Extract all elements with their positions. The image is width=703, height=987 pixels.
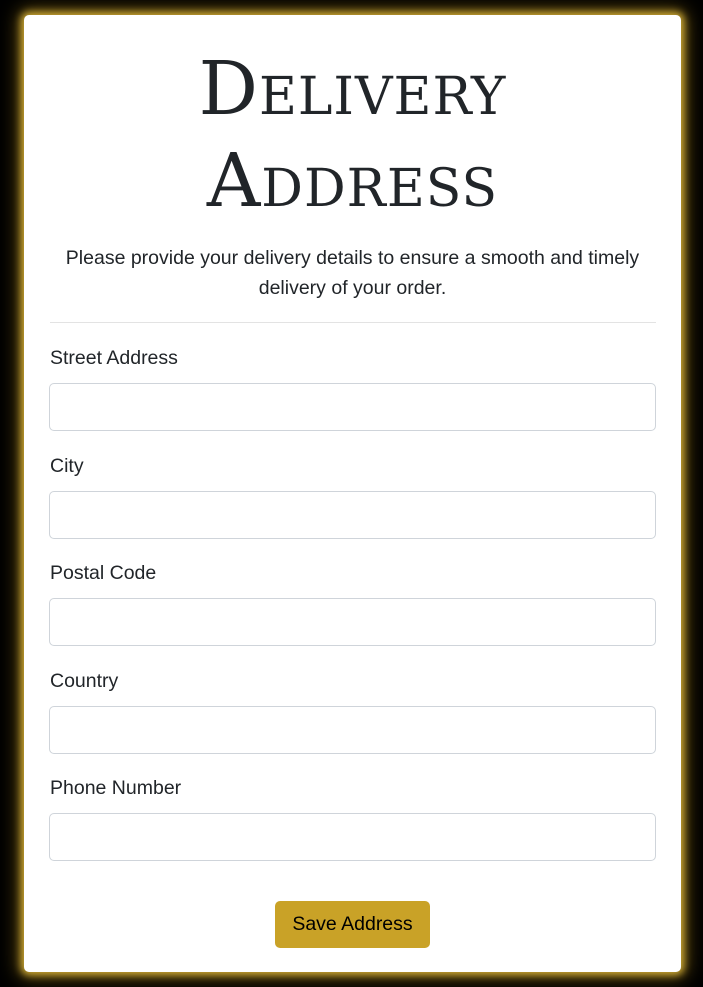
page-title-line-1: Delivery (198, 46, 507, 132)
page-subtitle: Please provide your delivery details to … (65, 247, 640, 299)
city-label: City (50, 455, 84, 477)
street-address-label: Street Address (50, 347, 178, 369)
postal-code-input[interactable] (49, 598, 656, 646)
city-input[interactable] (49, 491, 656, 539)
page-title: Delivery Address (24, 43, 681, 227)
save-address-button[interactable]: Save Address (275, 901, 430, 948)
phone-number-input[interactable] (49, 813, 656, 861)
divider (50, 322, 656, 323)
country-label: Country (50, 670, 119, 692)
delivery-address-card: Delivery Address Please provide your del… (24, 15, 681, 972)
page-title-line-2: Address (206, 138, 499, 224)
postal-code-label: Postal Code (50, 562, 157, 584)
street-address-input[interactable] (49, 383, 656, 431)
country-input[interactable] (49, 706, 656, 754)
phone-number-label: Phone Number (50, 777, 182, 799)
